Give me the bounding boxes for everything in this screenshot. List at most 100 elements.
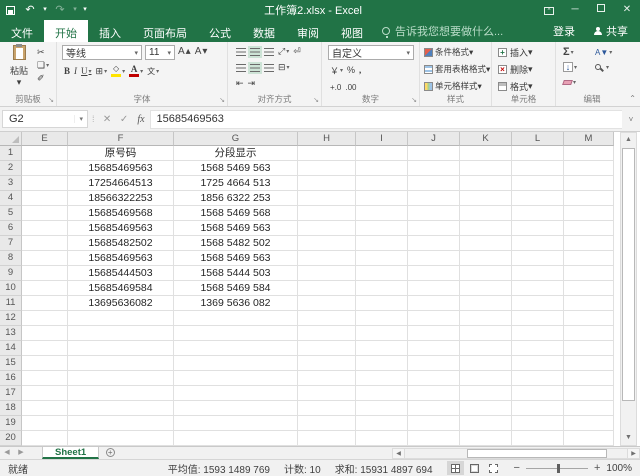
horizontal-scroll-thumb[interactable] (467, 449, 607, 458)
cell-E10[interactable] (22, 281, 68, 296)
cell-E8[interactable] (22, 251, 68, 266)
number-dialog-launcher-icon[interactable]: ↘ (411, 96, 417, 104)
cell-F15[interactable] (68, 356, 174, 371)
cell-J18[interactable] (408, 401, 460, 416)
wrap-text-icon[interactable]: ⏎ (291, 46, 303, 58)
cell-M2[interactable] (564, 161, 614, 176)
cell-G17[interactable] (174, 386, 298, 401)
phonetic-guide-icon[interactable]: 文▾ (145, 64, 161, 78)
format-painter-icon[interactable]: ✐ (35, 72, 51, 85)
find-select-icon[interactable]: ▾ (593, 60, 625, 74)
row-header-4[interactable]: 4 (0, 191, 22, 206)
cell-I11[interactable] (356, 296, 408, 311)
cell-I10[interactable] (356, 281, 408, 296)
formula-bar-splitter[interactable]: ⁞ (88, 114, 99, 124)
cell-L8[interactable] (512, 251, 564, 266)
accounting-format-icon[interactable]: ￥▾ (328, 63, 345, 77)
confirm-entry-icon[interactable]: ✓ (116, 114, 133, 125)
cell-K9[interactable] (460, 266, 512, 281)
cell-F3[interactable]: 17254664513 (68, 176, 174, 191)
cell-J3[interactable] (408, 176, 460, 191)
cell-H4[interactable] (298, 191, 356, 206)
bold-button[interactable]: B (62, 64, 72, 78)
cell-L3[interactable] (512, 176, 564, 191)
tab-formulas[interactable]: 公式 (198, 20, 242, 42)
cell-H12[interactable] (298, 311, 356, 326)
column-header-L[interactable]: L (512, 132, 564, 146)
cell-M16[interactable] (564, 371, 614, 386)
cell-G8[interactable]: 1568 5469 563 (174, 251, 298, 266)
cell-E19[interactable] (22, 416, 68, 431)
cell-M13[interactable] (564, 326, 614, 341)
cell-K2[interactable] (460, 161, 512, 176)
normal-view-icon[interactable] (447, 461, 464, 475)
cell-H17[interactable] (298, 386, 356, 401)
comma-style-icon[interactable]: , (357, 63, 363, 77)
align-left-icon[interactable] (234, 62, 248, 74)
cell-G13[interactable] (174, 326, 298, 341)
cell-K1[interactable] (460, 146, 512, 161)
row-header-12[interactable]: 12 (0, 311, 22, 326)
zoom-slider-thumb[interactable] (557, 464, 560, 473)
cell-G14[interactable] (174, 341, 298, 356)
autosum-button[interactable]: Σ▾ (561, 45, 593, 59)
increase-decimal-icon[interactable]: +.0 (328, 80, 343, 94)
cell-M7[interactable] (564, 236, 614, 251)
align-bottom-icon[interactable] (262, 46, 276, 58)
cell-I5[interactable] (356, 206, 408, 221)
cell-L13[interactable] (512, 326, 564, 341)
number-format-combo[interactable]: 自定义▾ (328, 45, 414, 60)
cell-M9[interactable] (564, 266, 614, 281)
cell-G1[interactable]: 分段显示 (174, 146, 298, 161)
decrease-indent-icon[interactable]: ⇤ (234, 78, 246, 90)
tab-home[interactable]: 开始 (44, 20, 88, 42)
cell-J11[interactable] (408, 296, 460, 311)
scroll-right-icon[interactable]: ▶ (627, 448, 640, 459)
alignment-dialog-launcher-icon[interactable]: ↘ (313, 96, 319, 104)
cell-K14[interactable] (460, 341, 512, 356)
cell-I8[interactable] (356, 251, 408, 266)
scroll-left-icon[interactable]: ◀ (392, 448, 405, 459)
cell-F17[interactable] (68, 386, 174, 401)
scroll-down-icon[interactable]: ▼ (621, 431, 636, 445)
align-center-icon[interactable] (248, 62, 262, 74)
zoom-out-icon[interactable]: − (514, 462, 520, 474)
cell-F12[interactable] (68, 311, 174, 326)
cell-I4[interactable] (356, 191, 408, 206)
tab-page-layout[interactable]: 页面布局 (132, 20, 198, 42)
cell-E4[interactable] (22, 191, 68, 206)
cell-J19[interactable] (408, 416, 460, 431)
cell-F8[interactable]: 15685469563 (68, 251, 174, 266)
cell-L10[interactable] (512, 281, 564, 296)
row-header-14[interactable]: 14 (0, 341, 22, 356)
fill-down-icon[interactable]: ↓▾ (561, 60, 593, 74)
cell-L16[interactable] (512, 371, 564, 386)
restore-button[interactable] (588, 0, 614, 20)
cell-F2[interactable]: 15685469563 (68, 161, 174, 176)
cell-J14[interactable] (408, 341, 460, 356)
cell-E9[interactable] (22, 266, 68, 281)
cut-icon[interactable]: ✂ (35, 46, 51, 59)
expand-formula-bar-icon[interactable]: ˅ (622, 115, 640, 124)
tab-insert[interactable]: 插入 (88, 20, 132, 42)
column-header-E[interactable]: E (22, 132, 68, 146)
row-header-6[interactable]: 6 (0, 221, 22, 236)
cell-J20[interactable] (408, 431, 460, 446)
cell-H19[interactable] (298, 416, 356, 431)
cell-L14[interactable] (512, 341, 564, 356)
cell-L11[interactable] (512, 296, 564, 311)
cell-F13[interactable] (68, 326, 174, 341)
column-header-K[interactable]: K (460, 132, 512, 146)
cell-F19[interactable] (68, 416, 174, 431)
cell-K6[interactable] (460, 221, 512, 236)
cell-M17[interactable] (564, 386, 614, 401)
undo-icon[interactable]: ↶ (20, 0, 40, 20)
cell-J16[interactable] (408, 371, 460, 386)
cell-F11[interactable]: 13695636082 (68, 296, 174, 311)
cell-G5[interactable]: 1568 5469 568 (174, 206, 298, 221)
sign-in-button[interactable]: 登录 (543, 23, 585, 39)
merge-center-icon[interactable]: ⊟▾ (276, 62, 292, 74)
format-as-table-button[interactable]: 套用表格格式▾ (424, 62, 491, 76)
new-sheet-button[interactable]: + (99, 447, 121, 459)
save-icon[interactable] (0, 0, 20, 20)
